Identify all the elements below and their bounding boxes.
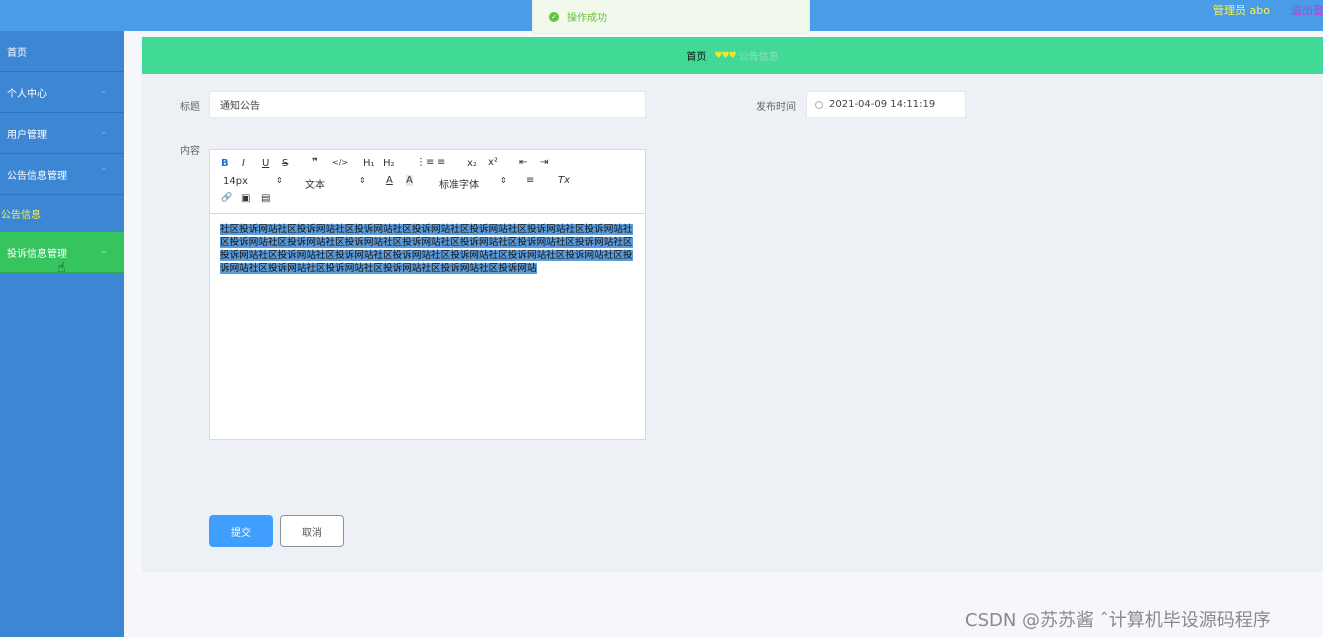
chevron-down-icon: ⌄ (99, 85, 108, 96)
sidebar: 首页 个人中心 ⌄ 用户管理 ⌄ 公告信息管理 ⌃ 公告信息 投诉信息管理 ⌄ (0, 31, 124, 637)
size-select[interactable]: 14px (223, 176, 248, 187)
underline-button[interactable]: U (262, 158, 269, 169)
chevron-up-icon: ⌃ (99, 167, 108, 178)
font-family-select[interactable]: 标准字体 (439, 176, 479, 191)
sidebar-item-label: 个人中心 (7, 88, 47, 100)
breadcrumb: 首页 ♥♥♥ 公告信息 (142, 37, 1323, 74)
title-label: 标题 (180, 102, 200, 113)
cancel-button[interactable]: 取消 (280, 515, 344, 547)
font-color-button[interactable]: A (386, 175, 393, 186)
title-input-value: 通知公告 (220, 101, 260, 112)
sidebar-item-label: 首页 (7, 47, 27, 59)
publish-time-label: 发布时间 (756, 102, 796, 113)
sidebar-item-home[interactable]: 首页 (0, 31, 124, 72)
submit-button[interactable]: 提交 (209, 515, 273, 547)
editor-selected-text: 社区投诉网站社区投诉网站社区投诉网站社区投诉网站社区投诉网站社区投诉网站社区投诉… (220, 224, 633, 274)
ordered-list-button[interactable]: ⋮≡ (416, 157, 434, 168)
publish-time-input[interactable]: 2021-04-09 14:11:19 (806, 91, 966, 118)
clean-format-button[interactable]: Tx (558, 175, 570, 186)
superscript-button[interactable]: x² (488, 157, 498, 168)
current-user-label: 管理员 abo (1213, 4, 1270, 17)
header-select[interactable]: 文本 (305, 176, 325, 191)
video-button[interactable]: ▤ (261, 193, 270, 204)
content-label: 内容 (180, 146, 200, 157)
subscript-button[interactable]: x₂ (467, 158, 477, 169)
editor-toolbar: B I U S ❞ </> H₁ H₂ ⋮≡ ≡ x₂ x² ⇤ ⇥ 14px … (210, 150, 645, 214)
sidebar-item-label: 用户管理 (7, 129, 47, 141)
editor-content[interactable]: 社区投诉网站社区投诉网站社区投诉网站社区投诉网站社区投诉网站社区投诉网站社区投诉… (210, 214, 645, 284)
breadcrumb-home[interactable]: 首页 (686, 48, 706, 63)
strike-button[interactable]: S (282, 158, 288, 169)
blockquote-button[interactable]: ❞ (312, 157, 318, 168)
sidebar-item-label: 投诉信息管理 (7, 248, 67, 260)
sidebar-item-label: 公告信息 (1, 210, 41, 221)
indent-button[interactable]: ⇥ (540, 157, 548, 168)
code-button[interactable]: </> (332, 158, 348, 167)
chevron-updown-icon: ⇕ (359, 176, 366, 185)
publish-time-value: 2021-04-09 14:11:19 (829, 99, 936, 110)
heart-separator-icon: ♥♥♥ (714, 50, 736, 61)
sidebar-subitem-notice-info[interactable]: 公告信息 (0, 195, 124, 232)
hand-cursor-icon: ☝ (57, 260, 66, 276)
chevron-down-icon: ⌄ (99, 126, 108, 137)
clock-icon (815, 100, 823, 109)
title-input[interactable]: 通知公告 (209, 91, 646, 118)
background-color-button[interactable]: A (406, 175, 413, 186)
italic-button[interactable]: I (242, 158, 245, 169)
sidebar-item-personal-center[interactable]: 个人中心 ⌄ (0, 72, 124, 113)
bullet-list-button[interactable]: ≡ (437, 157, 445, 168)
bold-button[interactable]: B (221, 158, 229, 169)
toast-message: 操作成功 (567, 13, 607, 24)
chevron-down-icon: ⌄ (99, 245, 108, 256)
link-button[interactable]: 🔗 (221, 193, 232, 203)
success-toast: ✓ 操作成功 (532, 0, 810, 34)
align-button[interactable]: ≡ (526, 175, 534, 186)
check-icon: ✓ (549, 11, 559, 22)
logout-link[interactable]: 退出登录 (1291, 2, 1323, 18)
image-button[interactable]: ▣ (241, 193, 250, 204)
sidebar-item-notice-management[interactable]: 公告信息管理 ⌃ (0, 154, 124, 195)
sidebar-item-label: 公告信息管理 (7, 170, 67, 182)
breadcrumb-current: 公告信息 (738, 52, 779, 63)
h2-button[interactable]: H₂ (383, 158, 395, 169)
h1-button[interactable]: H₁ (363, 158, 375, 169)
chevron-updown-icon: ⇕ (500, 176, 507, 185)
rich-text-editor[interactable]: B I U S ❞ </> H₁ H₂ ⋮≡ ≡ x₂ x² ⇤ ⇥ 14px … (209, 149, 646, 440)
sidebar-item-user-management[interactable]: 用户管理 ⌄ (0, 113, 124, 154)
outdent-button[interactable]: ⇤ (519, 157, 527, 168)
chevron-updown-icon: ⇕ (276, 176, 283, 185)
watermark: CSDN @苏苏酱 ˆ计算机毕设源码程序 (965, 610, 1271, 631)
